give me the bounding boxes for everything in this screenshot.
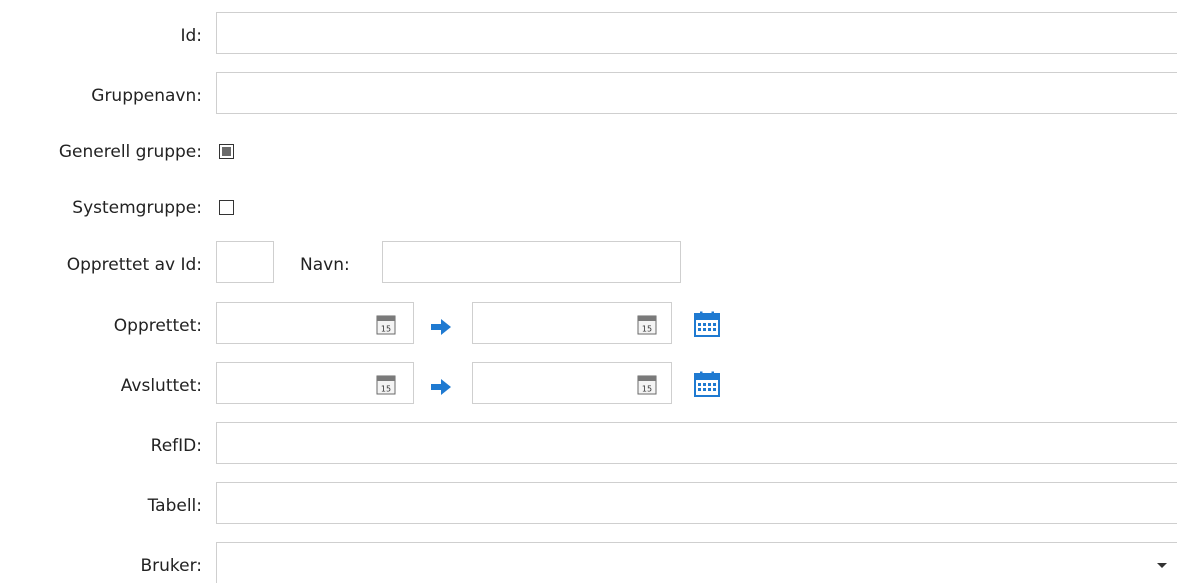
id-label: Id: [180,26,202,46]
system-group-checkbox[interactable] [219,200,234,215]
created-label: Opprettet: [113,316,202,336]
general-group-label: Generell gruppe: [58,142,202,162]
created-by-name-input[interactable] [382,241,681,283]
svg-text:15: 15 [642,325,652,334]
group-search-form: Id: Gruppenavn: Generell gruppe: Systemg… [0,0,1177,583]
group-name-label: Gruppenavn: [91,86,202,106]
calendar-icon[interactable]: 15 [637,315,657,335]
calendar-icon[interactable]: 15 [376,315,396,335]
created-by-id-input[interactable] [216,241,274,283]
svg-text:15: 15 [381,325,391,334]
calendar-range-icon[interactable] [694,311,720,337]
group-name-input[interactable] [216,72,1177,114]
created-by-id-label: Opprettet av Id: [66,255,202,275]
arrow-right-icon [431,379,451,395]
svg-text:15: 15 [381,385,391,394]
chevron-down-icon[interactable] [1157,563,1167,568]
ended-label: Avsluttet: [120,376,202,396]
ref-id-label: RefID: [150,436,202,456]
created-by-name-label: Navn: [300,255,350,275]
general-group-checkbox[interactable] [219,144,234,159]
system-group-label: Systemgruppe: [72,198,202,218]
user-label: Bruker: [140,556,202,576]
user-select[interactable] [216,542,1177,583]
calendar-icon[interactable]: 15 [637,375,657,395]
arrow-right-icon [431,319,451,335]
ref-id-input[interactable] [216,422,1177,464]
calendar-range-icon[interactable] [694,371,720,397]
svg-text:15: 15 [642,385,652,394]
table-input[interactable] [216,482,1177,524]
id-input[interactable] [216,12,1177,54]
calendar-icon[interactable]: 15 [376,375,396,395]
table-label: Tabell: [147,496,202,516]
